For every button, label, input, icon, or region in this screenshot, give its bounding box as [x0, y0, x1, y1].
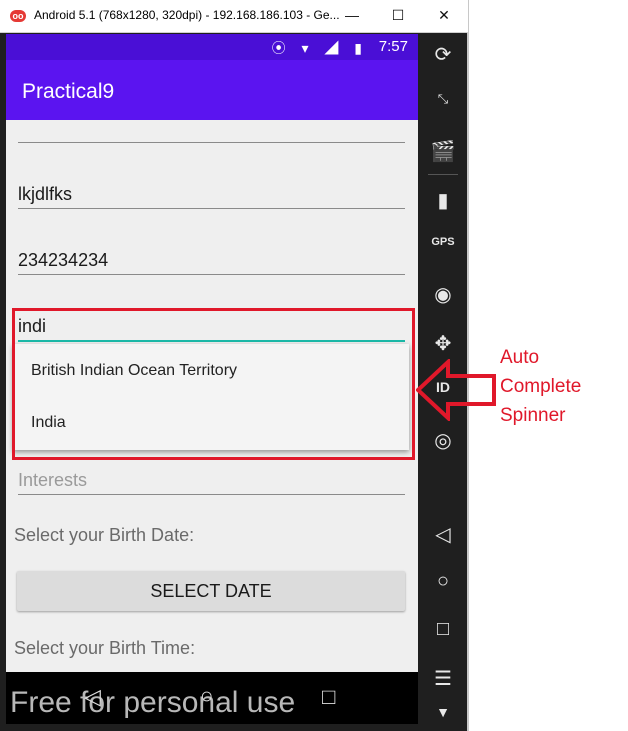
- genymotion-logo-icon: oo: [10, 10, 26, 22]
- maximize-button[interactable]: ☐: [384, 4, 412, 26]
- annotation-line-2: Complete: [500, 376, 582, 397]
- birth-date-label: Select your Birth Date:: [14, 525, 195, 545]
- move-icon[interactable]: ✥: [420, 331, 466, 356]
- app-title: Practical9: [22, 80, 115, 103]
- close-button[interactable]: ✕: [430, 4, 458, 26]
- annotation-line-3: Spinner: [500, 405, 566, 426]
- more-icon[interactable]: ▼: [420, 704, 466, 720]
- field-underline: [18, 208, 405, 209]
- name-field[interactable]: lkjdlfks: [18, 184, 72, 205]
- status-bar: ⦿ ▾ ◢ ▮ 7:57: [6, 34, 418, 60]
- interests-field[interactable]: Interests: [18, 470, 87, 491]
- rotate-icon[interactable]: ⟳: [420, 42, 466, 67]
- phone-field[interactable]: 234234234: [18, 250, 108, 271]
- watermark: Free for personal use: [10, 686, 296, 719]
- scale-icon[interactable]: ⤡: [420, 91, 466, 107]
- recents-icon[interactable]: □: [420, 618, 466, 641]
- camera-icon[interactable]: ◉: [420, 282, 466, 307]
- annotation-arrow-icon: [416, 359, 496, 421]
- home-icon[interactable]: ○: [420, 570, 466, 593]
- back-icon[interactable]: ◁: [420, 522, 466, 547]
- screencast-icon[interactable]: 🎬: [420, 139, 466, 164]
- title-bar[interactable]: oo Android 5.1 (768x1280, 320dpi) - 192.…: [0, 0, 468, 33]
- app-bar: Practical9: [6, 60, 418, 120]
- disk-icon[interactable]: ◎: [420, 428, 466, 453]
- field-underline: [18, 494, 405, 495]
- annotation-line-1: Auto: [500, 347, 540, 368]
- field-underline: [18, 142, 405, 143]
- minimize-button[interactable]: —: [338, 4, 366, 26]
- nav-recents-icon[interactable]: □: [322, 684, 335, 710]
- select-date-button[interactable]: SELECT DATE: [17, 571, 405, 611]
- status-time: 7:57: [378, 38, 408, 55]
- window-title: Android 5.1 (768x1280, 320dpi) - 192.168…: [34, 8, 340, 22]
- toolbar-divider: [428, 174, 458, 175]
- highlight-box: [12, 308, 415, 460]
- menu-icon[interactable]: ☰: [420, 666, 466, 691]
- status-icons: ⦿ ▾ ◢ ▮: [271, 40, 368, 56]
- birth-time-label: Select your Birth Time:: [14, 638, 196, 658]
- field-underline: [18, 274, 405, 275]
- gps-icon[interactable]: GPS: [420, 236, 466, 248]
- battery-icon[interactable]: ▮: [420, 188, 466, 213]
